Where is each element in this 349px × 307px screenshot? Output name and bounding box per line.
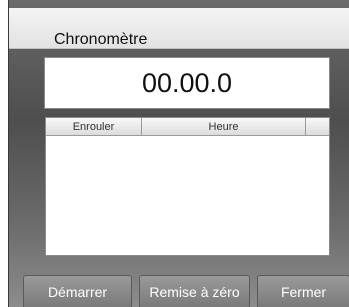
lap-table: Enrouler Heure bbox=[45, 117, 330, 256]
column-header-filler bbox=[306, 118, 320, 135]
lap-table-header: Enrouler Heure bbox=[46, 118, 329, 136]
start-button[interactable]: Démarrer bbox=[23, 275, 132, 307]
column-header-lap[interactable]: Enrouler bbox=[46, 118, 142, 135]
stopwatch-window: Chronomètre 00.00.0 Enrouler Heure Démar… bbox=[8, 0, 349, 307]
time-display: 00.00.0 bbox=[44, 57, 330, 109]
window-title: Chronomètre bbox=[54, 31, 148, 48]
reset-button[interactable]: Remise à zéro bbox=[139, 275, 250, 307]
title-bar: Chronomètre bbox=[9, 8, 349, 49]
close-button[interactable]: Fermer bbox=[257, 275, 349, 307]
column-header-time[interactable]: Heure bbox=[142, 118, 306, 135]
